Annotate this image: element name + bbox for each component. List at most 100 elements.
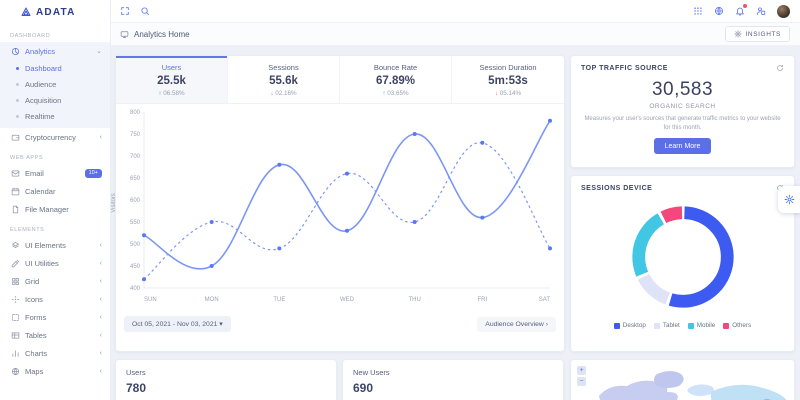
device-donut-chart[interactable]	[624, 198, 742, 316]
settings-panel-toggle[interactable]	[778, 186, 800, 213]
sidebar-item-email[interactable]: Email10+	[0, 164, 110, 182]
nav-group: Maps‹	[0, 362, 110, 380]
visitors-line-chart[interactable]: 400450500550600650700750800SUNMONTUEWEDT…	[116, 104, 560, 306]
date-range-label: Oct 05, 2021 - Nov 03, 2021	[132, 321, 217, 328]
sidebar-item-file-manager[interactable]: File Manager	[0, 200, 110, 218]
svg-text:MON: MON	[205, 297, 219, 303]
legend-swatch	[723, 323, 729, 329]
arrow-down-icon: ↓	[495, 90, 500, 97]
stat-tab-bounce-rate[interactable]: Bounce Rate67.89%↑ 03.65%	[340, 56, 452, 103]
sidebar-item-label: UI Utilities	[25, 259, 59, 268]
visitors-chart: Visitors 400450500550600650700750800SUNM…	[116, 104, 564, 310]
sidebar-item-icons[interactable]: Icons‹	[0, 290, 110, 308]
chevron-left-icon: ‹	[100, 260, 102, 267]
chart-footer: Oct 05, 2021 - Nov 03, 2021 ▾ Audience O…	[116, 310, 564, 338]
search-icon[interactable]	[140, 6, 150, 16]
sidebar-item-label: File Manager	[25, 205, 69, 214]
nav-group: UI Elements‹	[0, 236, 110, 254]
sidebar-toggle-icon[interactable]	[120, 6, 130, 16]
legend-item-others[interactable]: Others	[723, 322, 751, 329]
sidebar-item-forms[interactable]: Forms‹	[0, 308, 110, 326]
new-users-mini-value: 690	[353, 381, 553, 395]
arrow-up-icon: ↑	[158, 90, 163, 97]
map-zoom-controls: + −	[577, 366, 586, 386]
stats-row: Users25.5k↑ 06.58%Sessions55.6k↓ 02.16%B…	[116, 56, 564, 104]
stat-value: 67.89%	[342, 75, 449, 87]
donut-legend: Desktop Tablet Mobile Others	[581, 322, 784, 329]
sidebar-subitem-label: Dashboard	[25, 64, 62, 73]
nav-group: Email10+	[0, 164, 110, 182]
sidebar-item-label: UI Elements	[25, 241, 66, 250]
notifications-bell-icon[interactable]	[735, 6, 745, 16]
map-zoom-in-button[interactable]: +	[577, 366, 586, 375]
svg-text:550: 550	[130, 220, 141, 226]
sidebar-item-ui-elements[interactable]: UI Elements‹	[0, 236, 110, 254]
traffic-description: Measures your user's sources that genera…	[581, 115, 784, 132]
nav-section-label: DASHBOARD	[10, 33, 100, 39]
sessions-map-card: + −	[570, 359, 795, 400]
bullet-icon	[16, 115, 19, 118]
users-mini-label: Users	[126, 368, 326, 377]
logo[interactable]: ADATA	[0, 0, 110, 24]
breadcrumb: Analytics Home	[120, 30, 190, 39]
main-content: Users25.5k↑ 06.58%Sessions55.6k↓ 02.16%B…	[110, 46, 800, 400]
stat-label: Users	[118, 63, 225, 72]
sidebar-subitem-acquisition[interactable]: Acquisition	[0, 92, 110, 108]
learn-more-button[interactable]: Learn More	[654, 138, 712, 154]
user-avatar[interactable]	[777, 5, 790, 18]
audience-overview-card: Users25.5k↑ 06.58%Sessions55.6k↓ 02.16%B…	[115, 55, 565, 352]
svg-text:FRI: FRI	[477, 297, 487, 303]
profile-badge-icon[interactable]	[756, 6, 766, 16]
legend-swatch	[614, 323, 620, 329]
nav-group: UI Utilities ‹	[0, 254, 110, 272]
arrow-up-icon: ↑	[382, 90, 387, 97]
sidebar-item-maps[interactable]: Maps‹	[0, 362, 110, 380]
chevron-right-icon: ›	[546, 321, 548, 328]
sidebar-item-analytics[interactable]: Analytics⌄	[0, 42, 110, 60]
legend-swatch	[688, 323, 694, 329]
sidebar-item-ui-utilities[interactable]: UI Utilities ‹	[0, 254, 110, 272]
sidebar-item-label: Tables	[25, 331, 47, 340]
nav-sub: Dashboard AudienceAcquisitionRealtime	[0, 60, 110, 128]
sidebar-item-calendar[interactable]: Calendar	[0, 182, 110, 200]
map-zoom-out-button[interactable]: −	[577, 377, 586, 386]
sidebar-item-cryptocurrency[interactable]: Cryptocurrency‹	[0, 128, 110, 146]
audience-overview-link[interactable]: Audience Overview ›	[477, 317, 556, 332]
svg-text:SUN: SUN	[144, 297, 157, 303]
sidebar-item-label: Charts	[25, 349, 47, 358]
sidebar-item-tables[interactable]: Tables‹	[0, 326, 110, 344]
date-range-picker[interactable]: Oct 05, 2021 - Nov 03, 2021 ▾	[124, 316, 231, 332]
stat-tab-users[interactable]: Users25.5k↑ 06.58%	[116, 56, 228, 103]
globe-icon	[11, 367, 20, 376]
sidebar-item-label: Icons	[25, 295, 43, 304]
insights-button[interactable]: INSIGHTS	[725, 26, 791, 42]
legend-item-mobile[interactable]: Mobile	[688, 322, 716, 329]
stat-value: 55.6k	[230, 75, 337, 87]
stat-value: 25.5k	[118, 75, 225, 87]
sidebar-subitem-audience[interactable]: Audience	[0, 76, 110, 92]
svg-text:THU: THU	[408, 297, 420, 303]
grid-icon	[11, 277, 20, 286]
sidebar-item-label: Maps	[25, 367, 43, 376]
sidebar-subitem-dashboard[interactable]: Dashboard	[0, 60, 110, 76]
stat-tab-session-duration[interactable]: Session Duration5m:53s↓ 05.14%	[452, 56, 564, 103]
svg-text:700: 700	[130, 154, 141, 160]
sidebar-subitem-realtime[interactable]: Realtime	[0, 108, 110, 124]
world-map[interactable]	[571, 360, 795, 400]
organic-search-value: 30,583	[581, 79, 784, 101]
apps-grid-icon[interactable]	[693, 6, 703, 16]
legend-label: Desktop	[623, 322, 646, 329]
svg-text:500: 500	[130, 242, 141, 248]
legend-item-desktop[interactable]: Desktop	[614, 322, 646, 329]
stat-tab-sessions[interactable]: Sessions55.6k↓ 02.16%	[228, 56, 340, 103]
traffic-card-title: TOP TRAFFIC SOURCE	[581, 65, 668, 72]
email-count-badge: 10+	[85, 169, 102, 178]
topbar	[110, 0, 800, 23]
sidebar-item-grid[interactable]: Grid‹	[0, 272, 110, 290]
bullet-icon	[16, 99, 19, 102]
language-globe-icon[interactable]	[714, 6, 724, 16]
nav-group: Tables‹	[0, 326, 110, 344]
refresh-icon[interactable]	[776, 64, 784, 72]
legend-item-tablet[interactable]: Tablet	[654, 322, 680, 329]
sidebar-item-charts[interactable]: Charts‹	[0, 344, 110, 362]
